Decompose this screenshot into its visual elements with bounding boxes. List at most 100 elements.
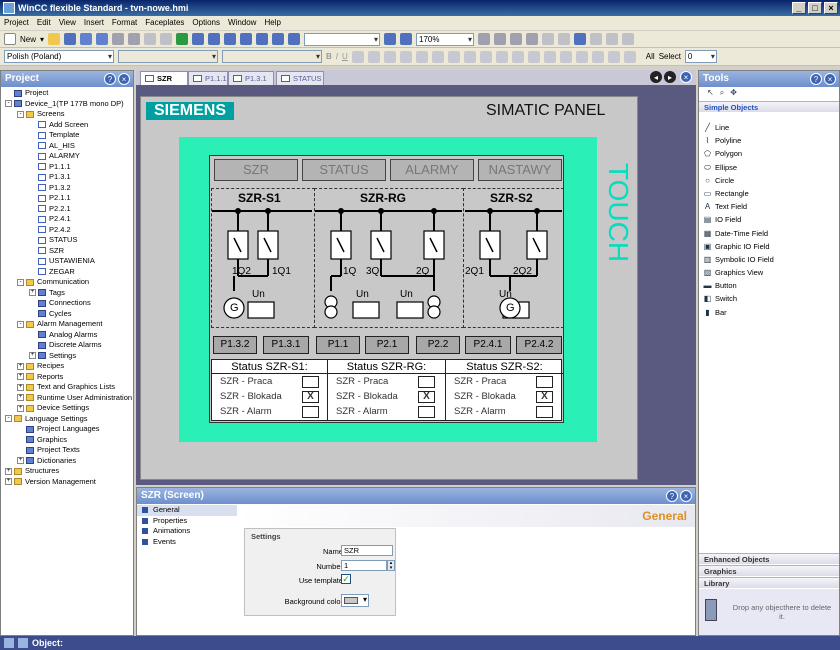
font-combo[interactable]: [304, 32, 381, 46]
collapse-icon[interactable]: -: [5, 100, 12, 108]
szr-screen[interactable]: SZR STATUS ALARMY NASTAWY SZR-S1 SZR-RG …: [209, 155, 564, 423]
flip-icon[interactable]: [543, 50, 556, 63]
tree-item[interactable]: P2.1.1: [1, 193, 133, 204]
simulate-icon[interactable]: [240, 33, 253, 45]
expand-icon[interactable]: +: [17, 394, 24, 402]
tree-item[interactable]: USTAWIENIA: [1, 256, 133, 267]
tab-p1-3-1[interactable]: P1.3.1: [228, 71, 274, 85]
page-button-p2-1[interactable]: P2.1: [365, 336, 409, 354]
close-panel-icon[interactable]: ×: [680, 490, 692, 502]
delete-icon[interactable]: [128, 33, 141, 45]
same-height-icon[interactable]: [575, 50, 588, 63]
page-button-p2-2[interactable]: P2.2: [416, 336, 460, 354]
expand-icon[interactable]: +: [29, 352, 36, 360]
menu-view[interactable]: View: [59, 16, 76, 30]
tool-io-field[interactable]: ▤ IO Field: [699, 213, 839, 226]
front-icon[interactable]: [495, 50, 508, 63]
grid-icon[interactable]: [272, 33, 285, 45]
tree-item[interactable]: SZR: [1, 246, 133, 257]
language-combo[interactable]: Polish (Poland): [4, 50, 114, 63]
tree-item[interactable]: Discrete Alarms: [1, 340, 133, 351]
tree-item[interactable]: Add Screen: [1, 120, 133, 131]
select-combo[interactable]: 0: [684, 50, 717, 63]
tool-line[interactable]: ╱ Line: [699, 121, 839, 134]
help-icon[interactable]: ?: [666, 490, 678, 502]
tool-bar[interactable]: ▮ Bar: [699, 306, 839, 319]
font-size-combo[interactable]: [222, 50, 322, 63]
tool-polygon[interactable]: ⬠ Polygon: [699, 147, 839, 160]
prop-nav-general[interactable]: General: [137, 505, 237, 516]
close-panel-icon[interactable]: ×: [118, 73, 130, 85]
tool-rectangle[interactable]: ▭ Rectangle: [699, 187, 839, 200]
tree-item[interactable]: - Alarm Management: [1, 319, 133, 330]
italic-icon[interactable]: I: [336, 52, 338, 61]
close-panel-icon[interactable]: ×: [824, 73, 836, 85]
status-checkbox[interactable]: X: [418, 391, 435, 403]
number-spinner-icon[interactable]: ▴ ▾: [387, 560, 395, 571]
page-button-p1-3-1[interactable]: P1.3.1: [263, 336, 309, 354]
tree-item[interactable]: Analog Alarms: [1, 330, 133, 341]
status-checkbox[interactable]: X: [536, 391, 553, 403]
tree-item[interactable]: P2.2.1: [1, 204, 133, 215]
align-icon[interactable]: [288, 33, 301, 45]
pattern-icon[interactable]: [558, 33, 571, 45]
graphics-group[interactable]: Graphics: [699, 565, 839, 576]
expand-icon[interactable]: +: [17, 362, 24, 370]
zoom-in-icon[interactable]: [384, 33, 397, 45]
tree-item[interactable]: - Screens: [1, 109, 133, 120]
open-icon[interactable]: [48, 33, 61, 45]
expand-icon[interactable]: +: [29, 289, 36, 297]
layer-back-icon[interactable]: [623, 50, 636, 63]
tool-date-time-field[interactable]: ▦ Date-Time Field: [699, 227, 839, 240]
tree-item[interactable]: P1.3.1: [1, 172, 133, 183]
align-center-icon[interactable]: [367, 50, 380, 63]
new-icon[interactable]: [4, 33, 16, 45]
save-icon[interactable]: [64, 33, 77, 45]
underline-icon[interactable]: U: [342, 52, 348, 61]
expand-icon[interactable]: +: [5, 467, 12, 475]
undo-icon[interactable]: [96, 33, 109, 45]
status-checkbox[interactable]: [302, 406, 319, 418]
tree-item[interactable]: Project Texts: [1, 445, 133, 456]
background-color-picker[interactable]: ▾: [341, 594, 369, 607]
tool-polyline[interactable]: ⌇ Polyline: [699, 134, 839, 147]
tool-graphics-view[interactable]: ▨ Graphics View: [699, 266, 839, 279]
zoom-icon[interactable]: ⌕: [720, 88, 724, 100]
align-bottom-icon[interactable]: [431, 50, 444, 63]
status-checkbox[interactable]: [418, 376, 435, 388]
runtime-icon[interactable]: [224, 33, 237, 45]
page-button-p1-3-2[interactable]: P1.3.2: [213, 336, 257, 354]
number-field[interactable]: 1: [341, 560, 387, 571]
tree-item[interactable]: - Language Settings: [1, 414, 133, 425]
use-template-checkbox[interactable]: ✓: [341, 574, 351, 584]
tree-item[interactable]: + Device Settings: [1, 403, 133, 414]
paste-icon[interactable]: [160, 33, 173, 45]
check-icon[interactable]: [176, 33, 189, 45]
tree-item[interactable]: ZEGAR: [1, 267, 133, 278]
new-button[interactable]: New: [20, 35, 36, 44]
tree-item[interactable]: P1.3.2: [1, 183, 133, 194]
align-left-icon[interactable]: [351, 50, 364, 63]
menu-options[interactable]: Options: [192, 16, 220, 30]
fill-color-icon[interactable]: [494, 33, 507, 45]
align-top-icon[interactable]: [399, 50, 412, 63]
prop-nav-properties[interactable]: Properties: [137, 516, 237, 527]
tab-left-icon[interactable]: ◂: [650, 71, 662, 83]
ungroup-icon[interactable]: [479, 50, 492, 63]
tree-item[interactable]: + Runtime User Administration: [1, 393, 133, 404]
tab-status[interactable]: STATUS: [276, 71, 324, 85]
simple-objects-group[interactable]: Simple Objects: [699, 101, 839, 112]
fit-icon[interactable]: [478, 33, 491, 45]
prop-nav-animations[interactable]: Animations: [137, 526, 237, 537]
tree-item[interactable]: + Version Management: [1, 477, 133, 488]
tool-symbolic-io-field[interactable]: ▥ Symbolic IO Field: [699, 253, 839, 266]
menu-insert[interactable]: Insert: [84, 16, 104, 30]
tree-item[interactable]: - Device_1(TP 177B mono DP): [1, 99, 133, 110]
prop-nav-events[interactable]: Events: [137, 537, 237, 548]
style-combo[interactable]: [118, 50, 218, 63]
help-icon[interactable]: ?: [810, 73, 822, 85]
tool-text-field[interactable]: A Text Field: [699, 200, 839, 213]
align-right-icon[interactable]: [383, 50, 396, 63]
tab-p1-1-1[interactable]: P1.1.1: [188, 71, 228, 85]
page-button-p1-1[interactable]: P1.1: [316, 336, 360, 354]
